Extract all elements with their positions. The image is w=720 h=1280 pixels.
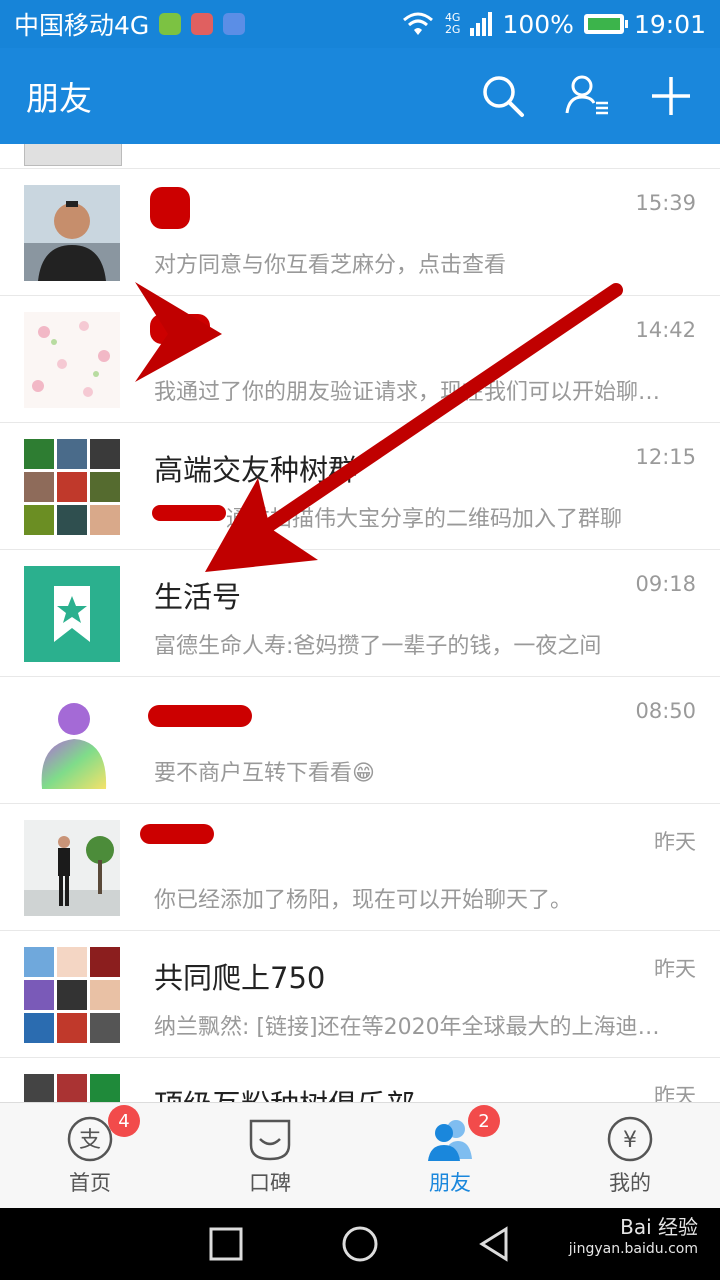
conversation-message: 我通过了你的朋友验证请求，现在我们可以开始聊天了	[154, 380, 664, 405]
conversation-time: 昨天	[654, 957, 696, 981]
group-avatar	[24, 947, 120, 1043]
redaction-mark	[148, 705, 252, 727]
avatar	[24, 185, 120, 281]
heart-app-icon	[191, 13, 214, 35]
group-avatar	[24, 439, 120, 535]
life-account-icon	[24, 566, 120, 662]
tab-label: 朋友	[429, 1171, 471, 1195]
wifi-icon	[402, 12, 433, 35]
tab-koubei[interactable]: 口碑	[180, 1103, 360, 1209]
contacts-icon[interactable]	[564, 73, 610, 119]
app-bar: 朋友	[0, 48, 720, 144]
list-item[interactable]: 顶级互粉种树俱乐部 昨天	[0, 1058, 720, 1102]
network-type: 4G 2G	[445, 12, 461, 36]
home-alipay-icon: 支 4	[66, 1105, 140, 1163]
search-icon[interactable]	[480, 73, 526, 119]
unread-badge: 4	[108, 1105, 140, 1137]
conversation-time: 14:42	[635, 318, 696, 342]
list-item[interactable]: 你已经添加了杨阳，现在可以开始聊天了。 昨天	[0, 804, 720, 931]
watermark: Bai 经验 jingyan.baidu.com	[569, 1216, 698, 1260]
wifi-app-icon	[223, 13, 246, 35]
bottom-tab-bar: 支 4 首页 口碑 2 朋友 ¥ 我的	[0, 1102, 720, 1209]
redaction-mark	[140, 824, 214, 844]
add-icon[interactable]	[648, 73, 694, 119]
list-item[interactable]: 生活号 富德生命人寿:爸妈攒了一辈子的钱，一夜之间 09:18	[0, 550, 720, 677]
list-item[interactable]: 共同爬上750 纳兰飘然: [链接]还在等2020年全球最大的上海迪士尼 昨天	[0, 931, 720, 1058]
page-title: 朋友	[26, 79, 92, 118]
list-item[interactable]: 要不商户互转下看看😁 08:50	[0, 677, 720, 804]
wallet-icon: ¥	[606, 1115, 654, 1163]
recent-apps-icon[interactable]	[208, 1226, 244, 1262]
conversation-time: 08:50	[635, 699, 696, 723]
clock: 19:01	[633, 9, 706, 39]
list-item[interactable]: 我通过了你的朋友验证请求，现在我们可以开始聊天了 14:42	[0, 296, 720, 423]
conversation-time: 09:18	[635, 572, 696, 596]
conversation-name: 共同爬上750	[154, 961, 326, 995]
list-item[interactable]: 对方同意与你互看芝麻分，点击查看 15:39	[0, 169, 720, 296]
redaction-mark	[150, 187, 190, 229]
tab-home[interactable]: 支 4 首页	[0, 1103, 180, 1209]
conversation-message: 通过扫描伟大宝分享的二维码加入了群聊	[226, 507, 623, 532]
conversation-time: 12:15	[635, 445, 696, 469]
conversation-message: 富德生命人寿:爸妈攒了一辈子的钱，一夜之间	[154, 634, 602, 659]
avatar	[24, 693, 120, 789]
friends-icon: 2	[426, 1105, 500, 1163]
tab-label: 首页	[69, 1171, 111, 1195]
conversation-name: 高端交友种树群	[154, 453, 358, 487]
conversation-message: 纳兰飘然: [链接]还在等2020年全球最大的上海迪士尼	[154, 1015, 664, 1040]
group-avatar	[24, 1074, 120, 1102]
tab-label: 我的	[609, 1171, 651, 1195]
back-icon[interactable]	[476, 1226, 512, 1262]
unread-badge: 2	[468, 1105, 500, 1137]
conversation-message: 你已经添加了杨阳，现在可以开始聊天了。	[154, 888, 573, 913]
conversation-message: 要不商户互转下看看😁	[154, 761, 375, 786]
conversation-name: 生活号	[154, 580, 242, 614]
redaction-mark	[150, 314, 210, 344]
tab-me[interactable]: ¥ 我的	[540, 1103, 720, 1209]
avatar	[24, 144, 122, 166]
battery-icon	[583, 14, 628, 34]
watermark-line1: Bai 经验	[620, 1215, 698, 1239]
redaction-mark	[152, 505, 226, 521]
signal-icon	[470, 12, 493, 36]
conversation-time: 昨天	[654, 830, 696, 854]
watermark-line2: jingyan.baidu.com	[568, 1241, 698, 1257]
conversation-list[interactable]: 对方同意与你互看芝麻分，点击查看 15:39 我通过了你的朋友验证请求，现在我们…	[0, 144, 720, 1102]
conversation-time: 昨天	[654, 1084, 696, 1102]
list-item[interactable]: 高端交友种树群 通过扫描伟大宝分享的二维码加入了群聊 12:15	[0, 423, 720, 550]
conversation-name: 顶级互粉种树俱乐部	[154, 1082, 415, 1102]
app-notification-icon	[159, 13, 182, 35]
tab-label: 口碑	[249, 1171, 291, 1195]
home-nav-icon[interactable]	[340, 1224, 380, 1264]
network-bottom: 2G	[444, 23, 461, 36]
carrier-label: 中国移动4G	[14, 11, 150, 40]
koubei-icon	[246, 1115, 294, 1163]
avatar	[24, 312, 120, 408]
tab-friends[interactable]: 2 朋友	[360, 1103, 540, 1209]
svg-text:¥: ¥	[623, 1128, 637, 1153]
list-item-partial[interactable]	[0, 144, 720, 169]
battery-percent: 100%	[502, 9, 574, 39]
svg-text:支: 支	[79, 1128, 101, 1153]
avatar	[24, 820, 120, 916]
status-bar: 中国移动4G 4G 2G 100% 19:01	[0, 0, 720, 48]
conversation-time: 15:39	[635, 191, 696, 215]
conversation-message: 对方同意与你互看芝麻分，点击查看	[154, 253, 507, 278]
